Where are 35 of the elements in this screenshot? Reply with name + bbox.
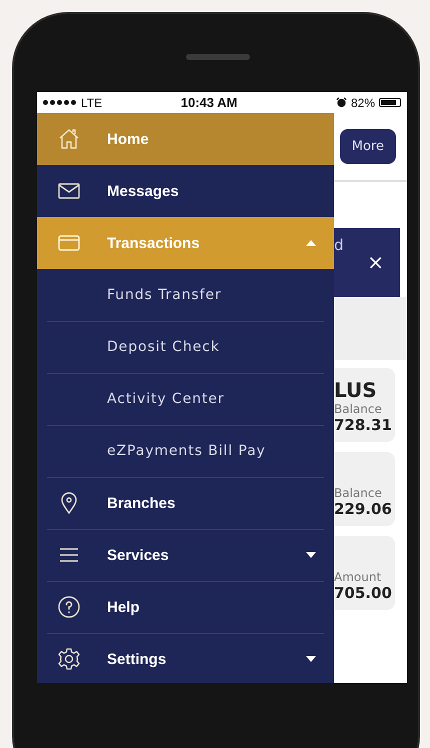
account-name: LUS [334,378,378,402]
balance-label: Balance [334,486,383,500]
balance-label: Balance [334,402,383,416]
menu-item[interactable]: Services [37,529,334,581]
balance-amount: 705.00 [334,584,393,602]
battery-icon [379,98,401,107]
submenu-item[interactable]: Activity Center [37,373,334,425]
submenu-item[interactable]: eZPayments Bill Pay [37,425,334,477]
caret-icon [306,240,316,246]
clock-time: 10:43 AM [180,95,238,110]
house-icon [57,127,81,151]
menu-item[interactable]: Branches [37,477,334,529]
help-icon [57,595,81,619]
close-button[interactable]: × [367,244,400,274]
caret-icon [306,552,316,558]
account-card[interactable]: Amount 705.00 [334,536,395,610]
battery-percentage: 82% [350,96,375,110]
balance-label: Amount [334,570,382,584]
account-card[interactable]: Balance 229.06 [334,452,395,526]
menu-item[interactable]: Settings [37,633,334,683]
settings-icon [57,647,81,671]
balance-amount: 229.06 [334,500,393,518]
speaker-grille [186,54,250,60]
caret-icon [306,656,316,662]
submenu-item[interactable]: Funds Transfer [37,269,334,321]
account-card[interactable]: LUS Balance 728.31 [334,368,395,442]
alarm-clock-icon [336,97,347,108]
banner-text: d [334,236,344,256]
balance-amount: 728.31 [334,416,393,434]
signal-icon [43,100,76,105]
menu-item[interactable]: Help [37,581,334,633]
submenu-item[interactable]: Deposit Check [37,321,334,373]
network-type: LTE [81,96,102,110]
more-button[interactable]: More [340,129,396,164]
menu-item[interactable]: Messages [37,165,334,217]
